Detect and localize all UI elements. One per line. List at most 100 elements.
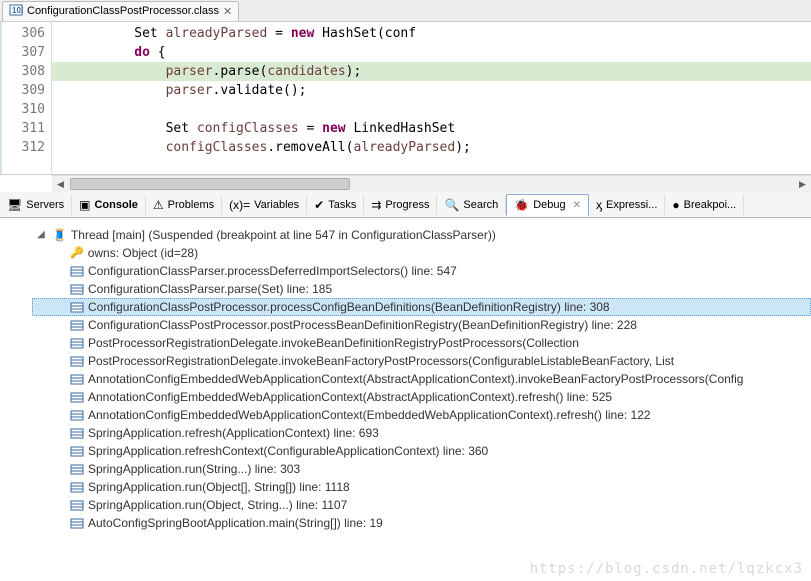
view-tab-label: Tasks bbox=[328, 199, 356, 211]
code-line[interactable]: parser.parse(candidates); bbox=[52, 62, 811, 81]
view-tab-tasks[interactable]: ✔Tasks bbox=[307, 195, 364, 215]
stack-frame-label: SpringApplication.run(Object[], String[]… bbox=[88, 478, 350, 496]
stack-frame-label: AnnotationConfigEmbeddedWebApplicationCo… bbox=[88, 370, 743, 388]
line-number: 308 bbox=[2, 62, 45, 81]
view-tab-servers[interactable]: 🖥 Servers bbox=[0, 195, 72, 215]
scrollbar-thumb[interactable] bbox=[70, 178, 350, 190]
breakpoi-icon: ● bbox=[672, 198, 679, 212]
view-tab-label: Console bbox=[94, 199, 137, 211]
code-line[interactable]: Set configClasses = new LinkedHashSet bbox=[52, 119, 811, 138]
view-tab-variables[interactable]: (x)= Variables bbox=[222, 195, 307, 215]
scroll-right-icon[interactable]: ▶ bbox=[794, 176, 811, 193]
scroll-left-icon[interactable]: ◀ bbox=[52, 176, 69, 193]
view-tab-label: Expressi... bbox=[606, 199, 657, 211]
key-icon: 🔑 bbox=[70, 244, 84, 262]
line-number: 312 bbox=[2, 138, 45, 157]
stack-frame[interactable]: SpringApplication.run(Object, String...)… bbox=[34, 496, 811, 514]
variables-icon: (x)= bbox=[229, 198, 250, 212]
stack-frame-icon bbox=[70, 265, 84, 277]
stack-frame[interactable]: SpringApplication.run(Object[], String[]… bbox=[34, 478, 811, 496]
stack-frame-icon bbox=[70, 409, 84, 421]
stack-frame-icon bbox=[70, 355, 84, 367]
watermark: https://blog.csdn.net/lqzkcx3 bbox=[530, 561, 803, 577]
expressi-icon: ᶍ bbox=[596, 198, 602, 212]
svg-text:101: 101 bbox=[12, 6, 23, 15]
stack-frame-label: PostProcessorRegistrationDelegate.invoke… bbox=[88, 334, 579, 352]
stack-frame[interactable]: SpringApplication.refresh(ApplicationCon… bbox=[34, 424, 811, 442]
view-tab-search[interactable]: 🔍 Search bbox=[437, 195, 506, 215]
line-number: 307 bbox=[2, 43, 45, 62]
stack-frame-icon bbox=[70, 517, 84, 529]
editor-tab[interactable]: 101 ConfigurationClassPostProcessor.clas… bbox=[2, 1, 239, 21]
view-tab-expressi[interactable]: ᶍ Expressi... bbox=[589, 195, 665, 215]
view-tab-console[interactable]: ▣ Console bbox=[72, 195, 146, 215]
stack-frame[interactable]: ConfigurationClassPostProcessor.processC… bbox=[32, 298, 811, 316]
thread-icon: 🧵 bbox=[52, 226, 67, 244]
view-tab-debug[interactable]: 🐞 Debug ✕ bbox=[506, 194, 589, 216]
expand-icon[interactable]: ◢ bbox=[34, 226, 48, 244]
view-tab-label: Debug bbox=[533, 199, 565, 211]
stack-frame-icon bbox=[70, 337, 84, 349]
line-number: 309 bbox=[2, 81, 45, 100]
stack-frame-label: ConfigurationClassParser.processDeferred… bbox=[88, 262, 457, 280]
stack-frame-label: AnnotationConfigEmbeddedWebApplicationCo… bbox=[88, 388, 612, 406]
stack-frame-icon bbox=[70, 445, 84, 457]
stack-frame-icon bbox=[70, 499, 84, 511]
view-tab-breakpoi[interactable]: ● Breakpoi... bbox=[665, 195, 744, 215]
view-tab-label: Servers bbox=[26, 199, 64, 211]
stack-frame-label: ConfigurationClassParser.parse(Set) line… bbox=[88, 280, 332, 298]
stack-frame-icon bbox=[70, 373, 84, 385]
thread-node[interactable]: ◢🧵Thread [main] (Suspended (breakpoint a… bbox=[34, 226, 811, 244]
stack-frame-icon bbox=[70, 319, 84, 331]
line-number: 311 bbox=[2, 119, 45, 138]
stack-frame[interactable]: ConfigurationClassParser.parse(Set) line… bbox=[34, 280, 811, 298]
stack-frame-icon bbox=[70, 391, 84, 403]
stack-frame-icon bbox=[70, 301, 84, 313]
stack-frame[interactable]: PostProcessorRegistrationDelegate.invoke… bbox=[34, 352, 811, 370]
stack-frame[interactable]: ConfigurationClassParser.processDeferred… bbox=[34, 262, 811, 280]
debug-view[interactable]: ◢🧵Thread [main] (Suspended (breakpoint a… bbox=[0, 218, 811, 532]
stack-frame[interactable]: PostProcessorRegistrationDelegate.invoke… bbox=[34, 334, 811, 352]
code-line[interactable] bbox=[52, 100, 811, 119]
code-line[interactable]: Set alreadyParsed = new HashSet(conf bbox=[52, 24, 811, 43]
stack-frame-label: AutoConfigSpringBootApplication.main(Str… bbox=[88, 514, 383, 532]
editor-tab-bar: 101 ConfigurationClassPostProcessor.clas… bbox=[0, 0, 811, 22]
code-line[interactable]: parser.validate(); bbox=[52, 81, 811, 100]
debug-icon: 🐞 bbox=[514, 198, 529, 212]
close-icon[interactable]: ✕ bbox=[573, 200, 581, 211]
stack-frame[interactable]: AnnotationConfigEmbeddedWebApplicationCo… bbox=[34, 388, 811, 406]
code-lines[interactable]: Set alreadyParsed = new HashSet(conf do … bbox=[52, 22, 811, 174]
view-tab-progress[interactable]: ⇉Progress bbox=[364, 195, 437, 215]
stack-frame-label: SpringApplication.run(String...) line: 3… bbox=[88, 460, 300, 478]
view-tab-problems[interactable]: ⚠Problems bbox=[146, 195, 222, 215]
stack-frame-icon bbox=[70, 481, 84, 493]
line-number: 310 bbox=[2, 100, 45, 119]
view-tab-label: Variables bbox=[254, 199, 299, 211]
stack-frame-label: ConfigurationClassPostProcessor.postProc… bbox=[88, 316, 637, 334]
search-icon: 🔍 bbox=[444, 198, 459, 212]
stack-frame[interactable]: SpringApplication.refreshContext(Configu… bbox=[34, 442, 811, 460]
stack-frame-label: SpringApplication.run(Object, String...)… bbox=[88, 496, 347, 514]
stack-frame-label: AnnotationConfigEmbeddedWebApplicationCo… bbox=[88, 406, 651, 424]
stack-frame-label: PostProcessorRegistrationDelegate.invoke… bbox=[88, 352, 674, 370]
close-icon[interactable]: ✕ bbox=[223, 5, 232, 18]
stack-frame-icon bbox=[70, 283, 84, 295]
horizontal-scrollbar[interactable]: ◀ ▶ bbox=[52, 175, 811, 192]
stack-frame[interactable]: SpringApplication.run(String...) line: 3… bbox=[34, 460, 811, 478]
stack-frame[interactable]: AutoConfigSpringBootApplication.main(Str… bbox=[34, 514, 811, 532]
view-tab-label: Progress bbox=[385, 199, 429, 211]
stack-frame[interactable]: ConfigurationClassPostProcessor.postProc… bbox=[34, 316, 811, 334]
stack-frame[interactable]: AnnotationConfigEmbeddedWebApplicationCo… bbox=[34, 370, 811, 388]
view-tab-label: Search bbox=[463, 199, 498, 211]
code-editor[interactable]: 306307308309310311312 Set alreadyParsed … bbox=[0, 22, 811, 175]
line-number-gutter: 306307308309310311312 bbox=[0, 22, 52, 174]
servers-icon: 🖥 bbox=[7, 198, 22, 212]
code-line[interactable]: configClasses.removeAll(alreadyParsed); bbox=[52, 138, 811, 157]
console-icon: ▣ bbox=[79, 198, 90, 212]
view-tab-label: Breakpoi... bbox=[684, 199, 737, 211]
code-line[interactable]: do { bbox=[52, 43, 811, 62]
owns-node[interactable]: 🔑owns: Object (id=28) bbox=[34, 244, 811, 262]
problems-icon: ⚠ bbox=[153, 198, 164, 212]
stack-frame-icon bbox=[70, 463, 84, 475]
stack-frame[interactable]: AnnotationConfigEmbeddedWebApplicationCo… bbox=[34, 406, 811, 424]
